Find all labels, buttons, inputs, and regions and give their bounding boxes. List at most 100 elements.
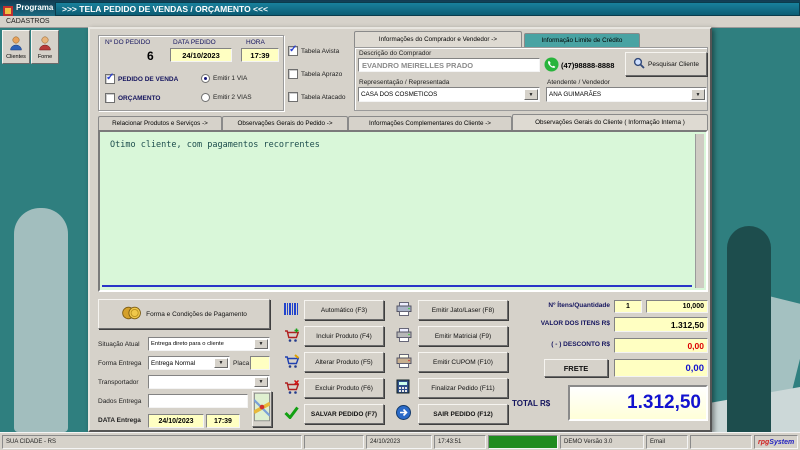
telefone-value: (47)98888-8888 (561, 61, 614, 70)
window-title: >>> TELA PEDIDO DE VENDAS / ORÇAMENTO <<… (62, 4, 268, 14)
statusbar-blank-2 (690, 435, 752, 449)
atendente-select[interactable]: ANA GUIMARÃES (546, 87, 707, 102)
dados-entrega-field[interactable] (148, 394, 248, 408)
alterar-produto-button[interactable]: Alterar Produto (F5) (304, 352, 384, 372)
background-art-right-figure (727, 226, 771, 446)
total-value: 1.312,50 (568, 385, 708, 421)
statusbar-time: 17:43:51 (434, 435, 486, 449)
valor-itens-label: VALOR DOS ITENS R$ (510, 320, 610, 327)
tabela-avista-label: Tabela Avista (301, 48, 339, 55)
orcamento-checkbox[interactable]: ORÇAMENTO (105, 93, 161, 103)
whatsapp-icon[interactable] (544, 57, 559, 77)
pesquisar-cliente-label: Pesquisar Cliente (648, 61, 699, 68)
salvar-pedido-button[interactable]: SALVAR PEDIDO (F7) (304, 404, 384, 424)
automatico-label: Automático (F3) (321, 307, 367, 314)
background-art-left-figure (14, 208, 68, 432)
statusbar-version-text: DEMO Versão 3.0 (564, 439, 612, 445)
tab-info-cliente-label: Informações Complementares do Cliente -> (369, 120, 491, 127)
desconto-value[interactable]: 0,00 (614, 338, 708, 353)
tab-info-complementares[interactable]: Informações Complementares do Cliente -> (348, 116, 512, 130)
automatico-button[interactable]: Automático (F3) (304, 300, 384, 320)
window-titlebar[interactable]: >>> TELA PEDIDO DE VENDAS / ORÇAMENTO <<… (55, 2, 800, 16)
representacao-value: CASA DOS COSMETICOS (361, 91, 437, 98)
situacao-select[interactable]: Entrega direto para o cliente (148, 337, 270, 351)
itens-value: 1 (614, 300, 642, 313)
finalizar-pedido-button[interactable]: Finalizar Pedido (F11) (418, 378, 508, 398)
tab-limite-credito[interactable]: Informação Limite de Crédito (524, 33, 640, 47)
map-route-button[interactable] (252, 391, 272, 427)
transportador-select[interactable] (148, 375, 270, 389)
excluir-produto-label: Excluir Produto (F6) (315, 385, 373, 392)
printer-matrix-icon (396, 328, 412, 347)
checkbox-icon (288, 92, 298, 102)
emitir-1via-radio[interactable]: Emitir 1 VIA (201, 74, 247, 83)
printer-inkjet-icon (396, 302, 412, 321)
data-entrega-value: 24/10/2023 (148, 414, 204, 428)
statusbar-city-text: SUA CIDADE - RS (6, 439, 56, 445)
atendente-value: ANA GUIMARÃES (549, 91, 601, 98)
tab-observacoes-cliente[interactable]: Observações Gerais do Cliente ( Informaç… (512, 114, 708, 130)
frete-button[interactable]: FRETE (544, 359, 608, 377)
logo-system-text: System (769, 439, 794, 446)
statusbar-city: SUA CIDADE - RS (2, 435, 302, 449)
statusbar-indicator (488, 435, 558, 449)
sair-pedido-label: SAIR PEDIDO (F12) (433, 411, 493, 418)
comprador-panel: Descrição do Comprador EVANDRO MEIRELLES… (354, 47, 708, 111)
toolbar-fornecedores-button[interactable]: Forne (31, 30, 59, 64)
tabela-aprazo-checkbox[interactable]: Tabela Aprazo (288, 69, 342, 79)
checkbox-icon (105, 93, 115, 103)
tab-comprador-vendedor[interactable]: Informações do Comprador e Vendedor -> (354, 31, 522, 47)
checkbox-icon (288, 69, 298, 79)
cart-edit-icon (284, 354, 300, 374)
emitir-matricial-button[interactable]: Emitir Matricial (F9) (418, 326, 508, 346)
emitir-jato-button[interactable]: Emitir Jato/Laser (F8) (418, 300, 508, 320)
placa-field[interactable] (250, 356, 270, 370)
tabela-aprazo-label: Tabela Aprazo (301, 71, 342, 78)
tab-obs-pedido-label: Observações Gerais do Pedido -> (237, 120, 332, 127)
tab-produtos-label: Relacionar Produtos e Serviços -> (112, 120, 208, 127)
sair-pedido-button[interactable]: SAIR PEDIDO (F12) (418, 404, 508, 424)
forma-entrega-label: Forma Entrega (98, 360, 141, 367)
notes-scrollbar[interactable] (695, 134, 704, 288)
menu-cadastros[interactable]: CADASTROS (6, 18, 50, 25)
pesquisar-cliente-button[interactable]: Pesquisar Cliente (625, 52, 707, 76)
statusbar-email[interactable]: Email (646, 435, 688, 449)
hora-pedido-value: 17:39 (241, 48, 279, 62)
observacoes-textarea[interactable]: Otimo cliente, com pagamentos recorrente… (98, 130, 708, 292)
suppliers-icon (37, 35, 53, 53)
statusbar-blank-1 (304, 435, 364, 449)
order-header-group: Nº DO PEDIDO 6 DATA PEDIDO 24/10/2023 HO… (98, 35, 284, 111)
notes-underline (102, 285, 692, 287)
data-pedido-value: 24/10/2023 (170, 48, 232, 62)
observacoes-text: Otimo cliente, com pagamentos recorrente… (110, 140, 320, 150)
forma-pagamento-button[interactable]: Forma e Condições de Pagamento (98, 299, 270, 329)
toolbar-clientes-button[interactable]: Clientes (2, 30, 30, 64)
statusbar-date-text: 24/10/2023 (370, 439, 400, 445)
logo-rpg-text: rpg (758, 439, 769, 446)
map-route-icon (254, 392, 270, 427)
incluir-produto-button[interactable]: Incluir Produto (F4) (304, 326, 384, 346)
forma-entrega-value: Entrega Normal (151, 360, 195, 367)
tabela-atacado-checkbox[interactable]: Tabela Atacado (288, 92, 345, 102)
descricao-comprador-field[interactable]: EVANDRO MEIRELLES PRADO (358, 58, 540, 72)
emitir-2vias-radio[interactable]: Emitir 2 VIAS (201, 93, 252, 102)
toolbar-clientes-label: Clientes (6, 54, 26, 60)
pedido-venda-checkbox[interactable]: PEDIDO DE VENDA (105, 74, 178, 84)
forma-entrega-select[interactable]: Entrega Normal (148, 356, 230, 370)
representacao-select[interactable]: CASA DOS COSMETICOS (358, 87, 540, 102)
numero-pedido-label: Nº DO PEDIDO (105, 39, 150, 46)
finalizar-pedido-label: Finalizar Pedido (F11) (431, 385, 494, 392)
data-pedido-label: DATA PEDIDO (173, 39, 216, 46)
cart-add-icon (284, 328, 300, 348)
excluir-produto-button[interactable]: Excluir Produto (F6) (304, 378, 384, 398)
tab-relacionar-produtos[interactable]: Relacionar Produtos e Serviços -> (98, 116, 222, 130)
tab-observacoes-pedido[interactable]: Observações Gerais do Pedido -> (222, 116, 348, 130)
situacao-value: Entrega direto para o cliente (151, 341, 224, 347)
hora-pedido-label: HORA (246, 39, 265, 46)
total-label: TOTAL R$ (512, 399, 550, 408)
frete-value[interactable]: 0,00 (614, 359, 708, 377)
cash-register-icon (396, 379, 410, 399)
tabela-atacado-label: Tabela Atacado (301, 94, 345, 101)
emitir-cupom-button[interactable]: Emitir CUPOM (F10) (418, 352, 508, 372)
tabela-avista-checkbox[interactable]: Tabela Avista (288, 46, 339, 56)
